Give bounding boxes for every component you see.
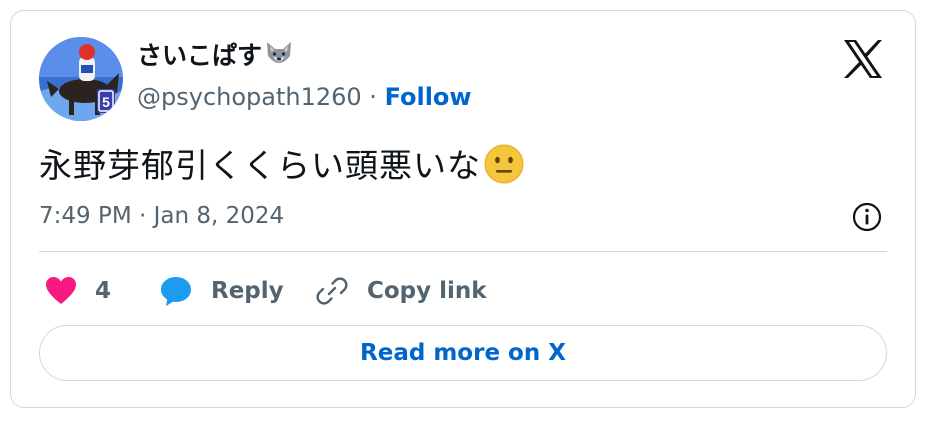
tweet-text: 永野芽郁引くくらい頭悪いな [39,143,525,196]
avatar-image: 5 [39,37,123,121]
tweet-timestamp[interactable]: 7:49 PM · Jan 8, 2024 [39,199,284,233]
tweet-text-content: 永野芽郁引くくらい頭悪いな [39,146,481,185]
author-handle[interactable]: @psychopath1260 [137,83,362,111]
x-logo-icon[interactable] [841,37,885,81]
reply-button[interactable]: Reply [159,271,284,311]
follow-link[interactable]: Follow [385,83,472,111]
link-icon [316,277,348,305]
divider [39,251,887,252]
wolf-face-icon [264,40,294,77]
heart-icon [46,277,76,304]
author-display-name: さいこぱす [137,41,263,70]
handle-separator: · [361,83,385,111]
avatar[interactable]: 5 [39,37,123,121]
embedded-tweet-card: 5 さいこぱす @psychopath1260 · Follow 永野芽郁引くく… [10,10,916,408]
reply-label: Reply [211,278,284,304]
like-button[interactable]: 4 [45,271,111,311]
neutral-face-icon [483,143,525,196]
copy-link-button[interactable]: Copy link [315,271,487,311]
info-icon[interactable] [851,201,883,233]
reply-bubble-icon [161,277,191,306]
read-more-button[interactable]: Read more on X [39,325,887,381]
like-count: 4 [95,278,112,304]
author-display-name-link[interactable]: さいこぱす [137,39,294,77]
read-more-label: Read more on X [360,340,566,366]
copy-link-label: Copy link [367,278,487,304]
author-handle-row: @psychopath1260 · Follow [137,81,472,113]
svg-text:5: 5 [102,94,110,110]
